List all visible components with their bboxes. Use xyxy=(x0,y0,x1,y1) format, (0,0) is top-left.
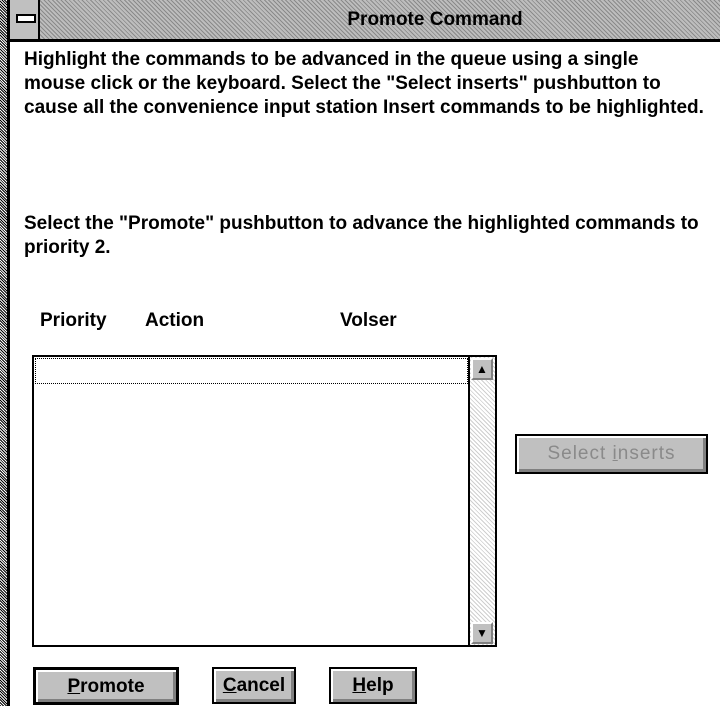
instruction-text-2: Select the "Promote" pushbutton to advan… xyxy=(24,213,699,258)
system-menu-bar xyxy=(16,14,36,23)
column-header-action: Action xyxy=(145,310,205,331)
column-header-volser: Volser xyxy=(340,310,397,331)
title-bar[interactable]: Promote Command xyxy=(10,0,720,42)
system-menu-icon[interactable] xyxy=(10,0,40,39)
vertical-scrollbar[interactable]: ▲ ▼ xyxy=(468,357,495,645)
cancel-button[interactable]: Cancel xyxy=(212,667,296,704)
scroll-down-arrow-icon[interactable]: ▼ xyxy=(471,622,493,644)
select-inserts-button[interactable]: Select inserts xyxy=(515,434,708,474)
promote-mnemonic: P xyxy=(67,676,81,697)
list-focus-row[interactable] xyxy=(35,358,468,384)
select-inserts-prefix: Select xyxy=(547,443,613,464)
cancel-mnemonic: C xyxy=(222,675,237,696)
select-inserts-rest: nserts xyxy=(617,443,676,464)
promote-command-dialog: Promote Command Highlight the commands t… xyxy=(0,0,720,706)
command-listbox[interactable]: ▲ ▼ xyxy=(32,355,497,647)
cancel-label-rest: ancel xyxy=(236,675,286,696)
column-header-priority: Priority xyxy=(40,310,107,331)
window-title: Promote Command xyxy=(347,9,523,30)
scroll-up-arrow-icon[interactable]: ▲ xyxy=(471,358,493,380)
instruction-text-1: Highlight the commands to be advanced in… xyxy=(24,49,704,118)
window-frame xyxy=(0,0,10,706)
help-label-rest: elp xyxy=(366,675,394,696)
promote-button[interactable]: Promote xyxy=(33,667,179,705)
promote-label-rest: romote xyxy=(80,676,145,697)
help-button[interactable]: Help xyxy=(329,667,417,704)
help-mnemonic: H xyxy=(352,675,367,696)
